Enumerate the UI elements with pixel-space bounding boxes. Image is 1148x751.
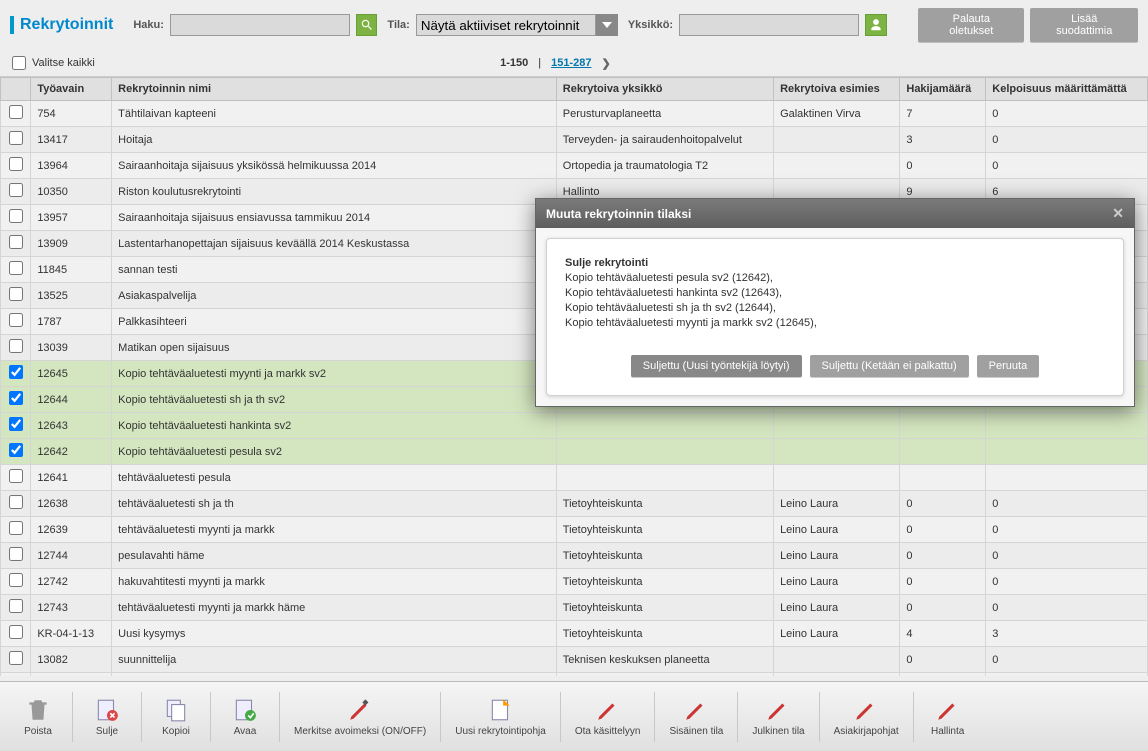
- modal-btn-cancel[interactable]: Peruuta: [977, 355, 1040, 377]
- modal-close-button[interactable]: ✕: [1112, 205, 1124, 222]
- modal-line: Kopio tehtäväaluetesti pesula sv2 (12642…: [565, 271, 1105, 286]
- status-modal: Muuta rekrytoinnin tilaksi ✕ Sulje rekry…: [535, 198, 1135, 407]
- modal-titlebar: Muuta rekrytoinnin tilaksi ✕: [536, 199, 1134, 228]
- modal-line: Kopio tehtäväaluetesti hankinta sv2 (126…: [565, 286, 1105, 301]
- modal-line: Kopio tehtäväaluetesti myynti ja markk s…: [565, 316, 1105, 331]
- modal-line: Kopio tehtäväaluetesti sh ja th sv2 (126…: [565, 301, 1105, 316]
- modal-btn-closed-none-hired[interactable]: Suljettu (Ketään ei palkattu): [810, 355, 969, 377]
- modal-body: Sulje rekrytointi Kopio tehtäväaluetesti…: [546, 238, 1124, 396]
- modal-backdrop: Muuta rekrytoinnin tilaksi ✕ Sulje rekry…: [0, 0, 1148, 751]
- modal-heading: Sulje rekrytointi: [565, 257, 1105, 269]
- modal-title-text: Muuta rekrytoinnin tilaksi: [546, 207, 691, 221]
- modal-btn-closed-found[interactable]: Suljettu (Uusi työntekijä löytyi): [631, 355, 802, 377]
